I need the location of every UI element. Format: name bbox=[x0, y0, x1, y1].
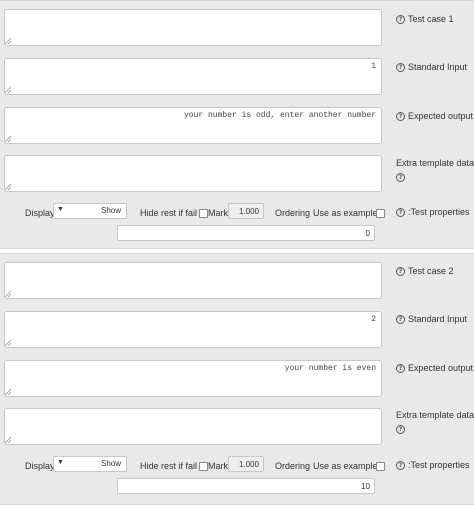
resize-grip-icon[interactable] bbox=[5, 437, 11, 443]
resize-grip-icon[interactable] bbox=[5, 136, 11, 142]
stdin-label: ? Standard Input bbox=[396, 62, 467, 73]
testcase-title-label: ? Test case 2 bbox=[396, 266, 454, 277]
hide-rest-checkbox[interactable] bbox=[199, 209, 208, 218]
resize-grip-icon[interactable] bbox=[5, 291, 11, 297]
question-circle-icon[interactable]: ? bbox=[396, 208, 405, 218]
expected-output-label: ? Expected output bbox=[396, 363, 473, 374]
hide-rest-label: Hide rest if fail bbox=[140, 208, 198, 218]
testcase-panel-2: ? Test case 2 2 ? Standard Input your numb… bbox=[0, 253, 474, 505]
question-circle-icon[interactable]: ? bbox=[396, 173, 405, 182]
hide-rest-label: Hide rest if fail bbox=[140, 461, 198, 471]
testcase-title-label: ? Test case 1 bbox=[396, 14, 454, 25]
stdin-textarea[interactable]: 1 bbox=[4, 58, 382, 95]
expected-output-textarea[interactable]: your number is odd, enter another number bbox=[4, 107, 382, 144]
use-as-example-label: Use as example bbox=[313, 208, 378, 218]
test-properties-label: ?:Test properties bbox=[396, 460, 470, 471]
display-select[interactable]: ▼ Show bbox=[53, 456, 127, 472]
question-circle-icon[interactable]: ? bbox=[396, 364, 405, 374]
testcase-panel-1: ? Test case 1 1 ? Standard Input your numb… bbox=[0, 0, 474, 249]
display-label: Display bbox=[25, 208, 55, 218]
extra-template-data-textarea[interactable] bbox=[4, 155, 382, 192]
ordering-input[interactable]: 0 bbox=[117, 225, 375, 241]
testcode-textarea[interactable] bbox=[4, 262, 382, 299]
use-as-example-checkbox[interactable] bbox=[376, 462, 385, 471]
mark-input[interactable]: 1.000 bbox=[228, 203, 264, 219]
question-circle-icon[interactable]: ? bbox=[396, 63, 405, 73]
testcode-textarea[interactable] bbox=[4, 9, 382, 46]
test-properties-label: ?:Test properties bbox=[396, 207, 470, 218]
display-select-value: Show bbox=[100, 459, 121, 468]
mark-label: Mark bbox=[208, 208, 228, 218]
resize-grip-icon[interactable] bbox=[5, 340, 11, 346]
extra-template-data-textarea[interactable] bbox=[4, 408, 382, 445]
expected-output-textarea[interactable]: your number is even bbox=[4, 360, 382, 397]
question-circle-icon[interactable]: ? bbox=[396, 112, 405, 122]
resize-grip-icon[interactable] bbox=[5, 184, 11, 190]
use-as-example-checkbox[interactable] bbox=[376, 209, 385, 218]
question-circle-icon[interactable]: ? bbox=[396, 425, 405, 434]
question-circle-icon[interactable]: ? bbox=[396, 15, 405, 25]
ordering-label: Ordering bbox=[275, 461, 311, 471]
mark-input[interactable]: 1.000 bbox=[228, 456, 264, 472]
resize-grip-icon[interactable] bbox=[5, 389, 11, 395]
extra-template-data-label: Extra template data bbox=[396, 410, 474, 420]
use-as-example-label: Use as example bbox=[313, 461, 378, 471]
stdin-label: ? Standard Input bbox=[396, 314, 467, 325]
question-circle-icon[interactable]: ? bbox=[396, 461, 405, 471]
hide-rest-checkbox[interactable] bbox=[199, 462, 208, 471]
chevron-down-icon: ▼ bbox=[57, 459, 64, 466]
question-circle-icon[interactable]: ? bbox=[396, 267, 405, 277]
extra-template-data-label: Extra template data bbox=[396, 158, 474, 168]
ordering-label: Ordering bbox=[275, 208, 311, 218]
ordering-input[interactable]: 10 bbox=[117, 478, 375, 494]
question-circle-icon[interactable]: ? bbox=[396, 315, 405, 325]
chevron-down-icon: ▼ bbox=[57, 206, 64, 213]
resize-grip-icon[interactable] bbox=[5, 38, 11, 44]
stdin-textarea[interactable]: 2 bbox=[4, 311, 382, 348]
expected-output-label: ? Expected output bbox=[396, 111, 473, 122]
display-select[interactable]: ▼ Show bbox=[53, 203, 127, 219]
mark-label: Mark bbox=[208, 461, 228, 471]
resize-grip-icon[interactable] bbox=[5, 87, 11, 93]
display-label: Display bbox=[25, 461, 55, 471]
display-select-value: Show bbox=[100, 206, 121, 215]
